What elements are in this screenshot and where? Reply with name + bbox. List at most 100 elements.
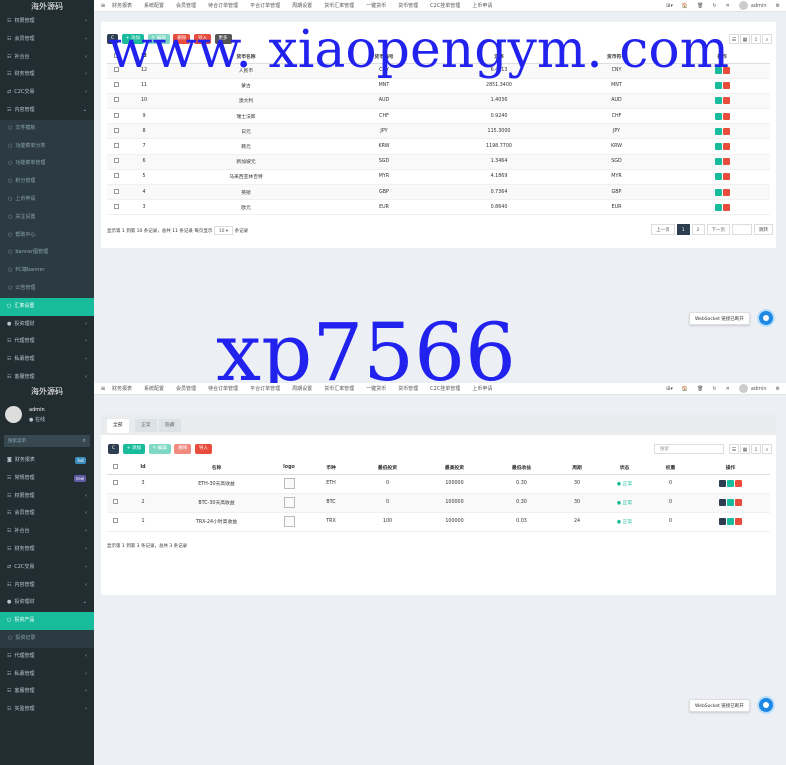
edit-button[interactable]: ✎ 编辑 bbox=[148, 444, 171, 454]
columns-icon[interactable]: ☰ bbox=[729, 444, 739, 454]
home-icon[interactable]: 🏠 bbox=[682, 386, 688, 392]
sidebar-item[interactable]: ○ 帮助中心 bbox=[0, 226, 94, 245]
menu-search-input[interactable]: 搜索菜单 bbox=[8, 438, 26, 444]
search-icon[interactable]: ⌕ bbox=[83, 437, 86, 445]
table-row[interactable]: 11 蒙古 MNT 2851.3400 MNT bbox=[107, 78, 770, 94]
sidebar-item[interactable]: ☷ 代理管理 ‹ bbox=[0, 333, 94, 351]
edit-button[interactable]: ✎ 编辑 bbox=[147, 34, 170, 44]
refresh-icon[interactable]: ↻ bbox=[712, 386, 716, 392]
topnav-item[interactable]: 会员管理 bbox=[176, 2, 196, 9]
grid-icon[interactable]: ▦ bbox=[740, 444, 750, 454]
table-row[interactable]: 12 人民币 CNY 6.4713 CNY bbox=[107, 63, 770, 79]
header-code[interactable]: 货币编号 bbox=[329, 50, 439, 64]
table-row[interactable]: 4 英镑 GBP 0.7364 GBP bbox=[107, 184, 770, 201]
topnav-item[interactable]: 待合订单管理 bbox=[208, 2, 238, 9]
sidebar-item[interactable]: ○ 积分管理 bbox=[0, 173, 94, 191]
header-check[interactable] bbox=[107, 50, 125, 64]
sidebar-item[interactable]: ☷ 补合台 ‹ bbox=[0, 49, 94, 67]
sidebar-item[interactable]: ☷ 私募管理 ‹ bbox=[0, 666, 94, 684]
topnav-item[interactable]: 货币汇率管理 bbox=[324, 385, 354, 392]
row-check[interactable] bbox=[107, 493, 123, 513]
user-menu[interactable]: admin bbox=[738, 384, 767, 393]
sidebar-item[interactable]: ☷ 补合台 ‹ bbox=[0, 523, 94, 541]
tab-all[interactable]: 全部 bbox=[107, 419, 129, 433]
row-check[interactable] bbox=[107, 512, 123, 532]
edit-icon[interactable] bbox=[714, 112, 722, 120]
sidebar-item[interactable]: ☷ 权限管理 ‹ bbox=[0, 488, 94, 506]
edit-icon[interactable] bbox=[714, 173, 722, 181]
more-button[interactable]: 更多 bbox=[214, 34, 232, 44]
sidebar-item[interactable]: ☷ 内容管理 ⌄ bbox=[0, 102, 94, 120]
header-name[interactable]: 名称 bbox=[163, 461, 270, 475]
edit-icon[interactable] bbox=[714, 158, 722, 166]
delete-icon[interactable] bbox=[722, 112, 730, 120]
delete-icon[interactable] bbox=[722, 127, 730, 135]
delete-icon[interactable] bbox=[722, 67, 730, 75]
table-row[interactable]: 1 TRX-24小时高收益 TRX 100 100000 0.03 24 ● 正常 0 bbox=[107, 512, 770, 532]
header-check[interactable] bbox=[107, 461, 123, 475]
product-search-input[interactable]: 搜索 bbox=[654, 444, 724, 454]
edit-icon[interactable] bbox=[714, 82, 722, 90]
delete-icon[interactable] bbox=[722, 143, 730, 151]
topnav-item[interactable]: 财务报表 bbox=[112, 385, 132, 392]
chat-icon[interactable] bbox=[757, 696, 775, 714]
topnav-item[interactable]: 周期设置 bbox=[292, 2, 312, 9]
sidebar-item[interactable]: ☷ 内容管理 ‹ bbox=[0, 577, 94, 595]
home-icon[interactable]: 🏠 bbox=[682, 3, 688, 9]
delete-icon[interactable] bbox=[722, 188, 730, 196]
header-id[interactable]: Id bbox=[125, 50, 163, 64]
header-logo[interactable]: logo bbox=[270, 461, 308, 475]
delete-icon[interactable] bbox=[722, 173, 730, 181]
edit-icon[interactable] bbox=[714, 127, 722, 135]
edit-icon[interactable] bbox=[714, 203, 722, 211]
trash-icon[interactable]: 🗑 bbox=[697, 386, 703, 392]
header-min[interactable]: 最低投资 bbox=[354, 461, 421, 475]
header-max[interactable]: 最高投资 bbox=[421, 461, 488, 475]
topnav-item[interactable]: 一键货币 bbox=[366, 2, 386, 9]
tab-normal[interactable]: 正常 bbox=[135, 419, 157, 432]
fullscreen-icon[interactable]: ✕ bbox=[726, 386, 730, 392]
header-symbol[interactable]: 货币符号 bbox=[559, 50, 674, 64]
add-button[interactable]: + 添加 bbox=[121, 34, 144, 44]
row-check[interactable] bbox=[107, 184, 125, 201]
sidebar-item[interactable]: ☷ 财务管理 ‹ bbox=[0, 541, 94, 559]
sidebar-item[interactable]: ⇄ C2C交易 ‹ bbox=[0, 84, 94, 102]
table-row[interactable]: 3 ETH-30天高收益 ETH 0 100000 0.30 30 ● 正常 0 bbox=[107, 474, 770, 494]
topnav-item[interactable]: 货币管理 bbox=[398, 385, 418, 392]
sidebar-item[interactable]: ☷ 代理管理 ‹ bbox=[0, 648, 94, 666]
sidebar-item[interactable]: ☷ 会员管理 ‹ bbox=[0, 505, 94, 523]
settings-icon[interactable]: ⚙ bbox=[776, 386, 780, 392]
page-2-button[interactable]: 2 bbox=[691, 224, 705, 235]
edit-icon[interactable] bbox=[714, 67, 722, 75]
row-check[interactable] bbox=[107, 169, 125, 186]
sidebar-item[interactable]: ◙ 财务报表 hot bbox=[0, 452, 94, 470]
sidebar-item[interactable]: ☷ 实盈管理 ‹ bbox=[0, 701, 94, 719]
header-status[interactable]: 状态 bbox=[599, 461, 650, 475]
sidebar-item[interactable]: ○ 公告管理 bbox=[0, 279, 94, 298]
sidebar-item[interactable]: ○ 投资记录 bbox=[0, 629, 94, 648]
table-row[interactable]: 2 BTC-30天高收益 BTC 0 100000 0.30 30 ● 正常 0 bbox=[107, 493, 770, 513]
chat-icon[interactable] bbox=[757, 309, 775, 327]
delete-icon[interactable] bbox=[735, 499, 742, 506]
search-icon[interactable]: ⌕ bbox=[762, 34, 772, 44]
sidebar-item[interactable]: ☷ 会员管理 ‹ bbox=[0, 31, 94, 49]
edit-icon[interactable] bbox=[714, 188, 722, 196]
sidebar-item[interactable]: ○ 功能菜单分类 bbox=[0, 137, 94, 156]
trash-icon[interactable]: 🗑 bbox=[697, 3, 703, 9]
sidebar-item[interactable]: ○ PC端banner bbox=[0, 262, 94, 280]
fullscreen-icon[interactable]: ✕ bbox=[726, 3, 730, 9]
drag-icon[interactable] bbox=[719, 499, 726, 506]
sidebar-item[interactable]: ○ 汇率设置 bbox=[0, 297, 94, 316]
topnav-item[interactable]: 上币申请 bbox=[472, 2, 492, 9]
delete-button[interactable]: 删除 bbox=[173, 34, 191, 44]
delete-icon[interactable] bbox=[735, 518, 742, 525]
sidebar-item[interactable]: ○ 功能菜单管理 bbox=[0, 155, 94, 174]
table-row[interactable]: 5 马来西亚林吉特 MYR 4.1869 MYR bbox=[107, 169, 770, 186]
table-row[interactable]: 8 日元 JPY 115.3000 JPY bbox=[107, 123, 770, 140]
refresh-button[interactable]: C bbox=[108, 444, 120, 454]
page-1-button[interactable]: 1 bbox=[676, 224, 690, 235]
sidebar-item[interactable]: ☷ 财务管理 ‹ bbox=[0, 66, 94, 84]
search-icon[interactable]: ⌕ bbox=[762, 444, 772, 454]
next-page-button[interactable]: 下一页 bbox=[706, 224, 730, 235]
sidebar-item[interactable]: ○ 关注设置 bbox=[0, 208, 94, 227]
